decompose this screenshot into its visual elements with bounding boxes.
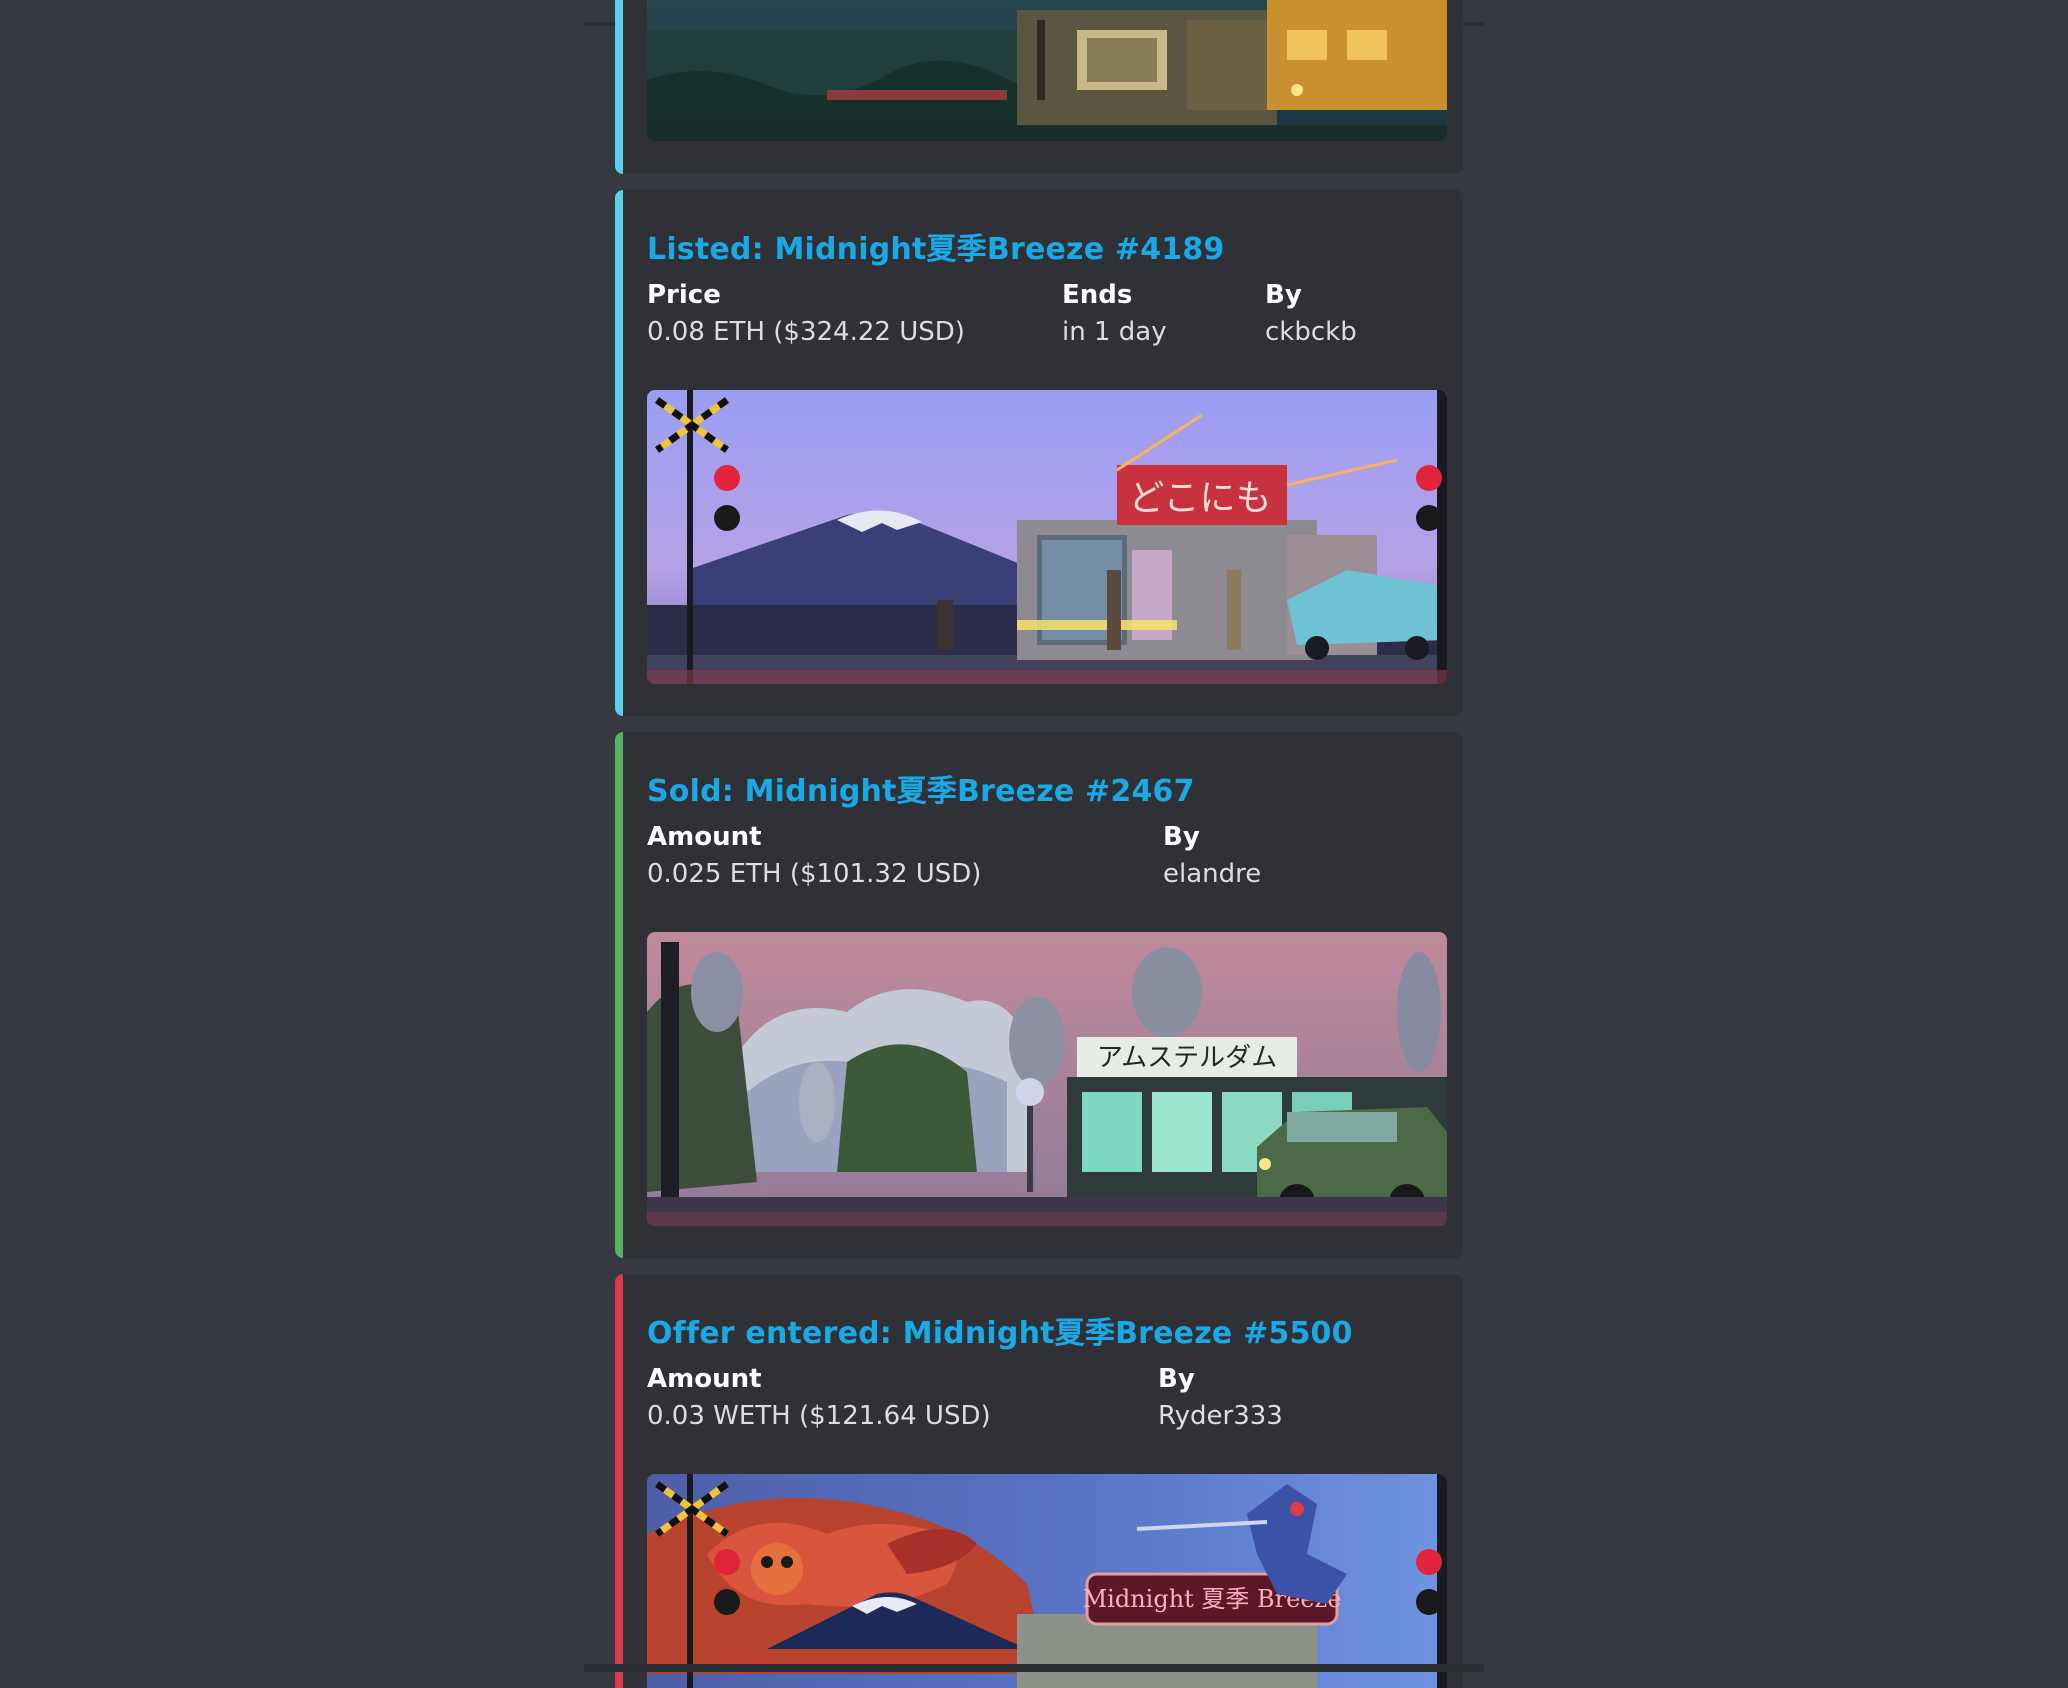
field-amount-name: Amount (647, 1364, 762, 1394)
embed-offer: Offer entered: Midnight夏季Breeze #5500 Am… (615, 1274, 1463, 1688)
field-by-name: By (1158, 1364, 1195, 1394)
kaiju-mecha-image: Midnight 夏季 Breeze (647, 1474, 1447, 1688)
embed-previous (615, 0, 1463, 174)
field-amount-value: 0.025 ETH ($101.32 USD) (647, 859, 982, 889)
embed-title-link[interactable]: Listed: Midnight夏季Breeze #4189 (647, 224, 1225, 268)
field-by-name: By (1265, 280, 1302, 310)
embed-image[interactable]: どこにも (647, 390, 1447, 684)
field-by: By elandre (1163, 820, 1261, 894)
field-amount: Amount 0.03 WETH ($121.64 USD) (647, 1362, 991, 1436)
embed-listed: Listed: Midnight夏季Breeze #4189 Price 0.0… (615, 190, 1463, 716)
sign-text: アムステルダム (1097, 1043, 1277, 1073)
embed-image[interactable]: Midnight 夏季 Breeze (647, 1474, 1447, 1688)
embed-image[interactable] (647, 0, 1447, 141)
statues-station-image: アムステルダム (647, 932, 1447, 1226)
field-price-value: 0.08 ETH ($324.22 USD) (647, 317, 965, 347)
field-by-name: By (1163, 822, 1200, 852)
message-feed[interactable]: Listed: Midnight夏季Breeze #4189 Price 0.0… (584, 0, 1484, 1688)
field-ends: Ends in 1 day (1062, 278, 1167, 352)
field-by: By ckbckb (1265, 278, 1357, 352)
embed-title-link[interactable]: Sold: Midnight夏季Breeze #2467 (647, 766, 1195, 810)
station-scene-image (647, 0, 1447, 141)
field-by-value: elandre (1163, 859, 1262, 889)
feed-bottom-divider (584, 1664, 1484, 1672)
field-by-value: Ryder333 (1158, 1401, 1283, 1431)
field-amount-value: 0.03 WETH ($121.64 USD) (647, 1401, 991, 1431)
field-price-name: Price (647, 280, 721, 310)
fuji-station-image: どこにも (647, 390, 1447, 684)
sign-text: どこにも (1129, 478, 1272, 519)
embed-image[interactable]: アムステルダム (647, 932, 1447, 1226)
field-by: By Ryder333 (1158, 1362, 1283, 1436)
embed-sold: Sold: Midnight夏季Breeze #2467 Amount 0.02… (615, 732, 1463, 1258)
field-ends-name: Ends (1062, 280, 1133, 310)
field-amount-name: Amount (647, 822, 762, 852)
field-ends-value: in 1 day (1062, 317, 1167, 347)
field-by-value: ckbckb (1265, 317, 1357, 347)
embed-title-link[interactable]: Offer entered: Midnight夏季Breeze #5500 (647, 1308, 1353, 1352)
field-price: Price 0.08 ETH ($324.22 USD) (647, 278, 965, 352)
field-amount: Amount 0.025 ETH ($101.32 USD) (647, 820, 981, 894)
